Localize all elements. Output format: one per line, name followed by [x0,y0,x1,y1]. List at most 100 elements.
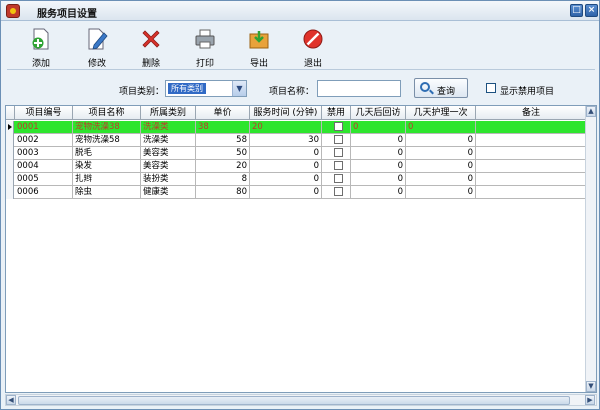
item-category: 洗澡类 [141,134,196,147]
column-header[interactable]: 服务时间 (分钟) [250,106,322,120]
row-selector[interactable] [6,134,14,147]
query-label: 查询 [437,87,456,97]
row-selector[interactable] [6,147,14,160]
item-disabled[interactable] [322,121,351,134]
column-header[interactable]: 几天护理一次 [406,106,476,120]
item-code: 0001 [15,121,73,134]
table-row[interactable]: 0004 染发 美容类 20 0 0 0 [6,160,586,173]
item-remark [476,121,586,134]
disabled-checkbox[interactable] [334,174,343,183]
item-name: 宠物洗澡58 [73,134,141,147]
column-header[interactable]: 几天后回访 [351,106,406,120]
printer-icon [195,29,215,49]
item-category: 健康类 [141,186,196,199]
scroll-up-icon[interactable]: ▲ [586,106,596,117]
print-button[interactable]: 打印 [183,26,227,70]
exit-no-entry-icon [303,29,323,49]
row-selector[interactable] [6,173,14,186]
item-duration: 0 [250,160,322,173]
scroll-right-icon[interactable]: ▶ [585,395,595,405]
category-select[interactable]: 所有类别 ▼ [165,80,247,97]
item-care-days: 0 [406,121,476,134]
item-disabled[interactable] [322,147,351,160]
column-header[interactable]: 备注 [476,106,586,120]
current-row-indicator-icon [8,124,12,130]
item-remark [476,160,586,173]
item-price: 58 [196,134,250,147]
disabled-checkbox[interactable] [334,148,343,157]
chevron-down-icon[interactable]: ▼ [232,81,246,96]
vertical-scrollbar[interactable]: ▲ ▼ [585,106,596,392]
row-selector-header [6,106,15,120]
item-category: 美容类 [141,160,196,173]
horizontal-scroll-thumb[interactable] [18,396,570,405]
item-disabled[interactable] [322,173,351,186]
item-remark [476,173,586,186]
column-header[interactable]: 所属类别 [141,106,196,120]
row-selector[interactable] [6,121,14,134]
query-button[interactable]: 查询 [414,78,468,98]
edit-document-icon [88,28,108,50]
export-button[interactable]: 导出 [237,26,281,70]
table-row[interactable]: 0006 除虫 健康类 80 0 0 0 [6,186,586,199]
column-header[interactable]: 项目名称 [73,106,141,120]
add-button[interactable]: 添加 [19,26,63,70]
exit-button[interactable]: 退出 [291,26,335,70]
item-code: 0006 [15,186,73,199]
item-remark [476,147,586,160]
item-disabled[interactable] [322,186,351,199]
service-settings-window: 服务项目设置 □ × 添加 修改 删除 打印 导出 退出 项目类别： 所有类别 … [0,0,600,410]
filter-bar: 项目类别： 所有类别 ▼ 项目名称： 查询 显示禁用项目 [7,75,595,103]
scroll-left-icon[interactable]: ◀ [6,395,16,405]
item-name: 脱毛 [73,147,141,160]
row-selector[interactable] [6,186,14,199]
item-code: 0004 [15,160,73,173]
name-input[interactable] [317,80,401,97]
item-category: 洗澡类 [141,121,196,134]
item-duration: 20 [250,121,322,134]
edit-button[interactable]: 修改 [75,26,119,70]
row-selector[interactable] [6,160,14,173]
item-price: 20 [196,160,250,173]
item-revisit-days: 0 [351,173,406,186]
column-header[interactable]: 项目编号 [15,106,73,120]
delete-label: 删除 [141,59,160,69]
disabled-checkbox[interactable] [334,122,343,131]
item-code: 0005 [15,173,73,186]
item-duration: 0 [250,173,322,186]
item-disabled[interactable] [322,134,351,147]
item-category: 美容类 [141,147,196,160]
toolbar: 添加 修改 删除 打印 导出 退出 [7,24,595,70]
add-label: 添加 [31,59,50,69]
table-row[interactable]: 0005 扎辫 装扮类 8 0 0 0 [6,173,586,186]
item-duration: 0 [250,147,322,160]
app-icon [6,4,20,18]
item-care-days: 0 [406,173,476,186]
column-header[interactable]: 禁用 [322,106,351,120]
item-care-days: 0 [406,186,476,199]
horizontal-scrollbar[interactable]: ◀ ▶ [5,394,597,406]
show-disabled-label: 显示禁用项目 [500,87,555,97]
disabled-checkbox[interactable] [334,161,343,170]
item-price: 8 [196,173,250,186]
table-row[interactable]: 0001 宠物洗澡38 洗澡类 38 20 0 0 [6,121,586,134]
table-row[interactable]: 0003 脱毛 美容类 50 0 0 0 [6,147,586,160]
maximize-button[interactable]: □ [570,4,583,17]
delete-button[interactable]: 删除 [129,26,173,70]
column-header[interactable]: 单价 [196,106,250,120]
exit-label: 退出 [303,59,322,69]
item-duration: 0 [250,186,322,199]
category-label: 项目类别： [119,87,165,97]
item-category: 装扮类 [141,173,196,186]
edit-label: 修改 [87,59,106,69]
table-row[interactable]: 0002 宠物洗澡58 洗澡类 58 30 0 0 [6,134,586,147]
close-button[interactable]: × [585,4,598,17]
export-icon [249,31,269,49]
show-disabled-checkbox[interactable] [486,83,496,93]
item-care-days: 0 [406,147,476,160]
item-disabled[interactable] [322,160,351,173]
scroll-down-icon[interactable]: ▼ [586,381,596,392]
disabled-checkbox[interactable] [334,187,343,196]
disabled-checkbox[interactable] [334,135,343,144]
add-document-icon [32,28,49,50]
